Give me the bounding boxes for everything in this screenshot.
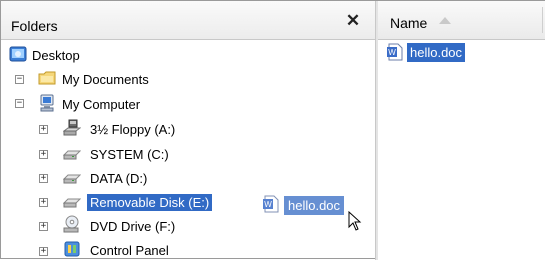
- column-divider[interactable]: [542, 7, 543, 33]
- file-name-label: hello.doc: [407, 43, 466, 62]
- tree-label-my-documents: My Documents: [62, 72, 149, 87]
- word-document-icon: W: [263, 195, 279, 213]
- control-panel-icon: [64, 241, 80, 257]
- expand-expander[interactable]: +: [39, 125, 48, 134]
- tree-label-floppy: 3½ Floppy (A:): [90, 122, 176, 137]
- computer-icon: [40, 94, 54, 112]
- tree-label-dvd-drive: DVD Drive (F:): [90, 219, 176, 234]
- tree-label-removable-disk: Removable Disk (E:): [87, 194, 213, 211]
- word-document-icon: W: [387, 43, 403, 61]
- close-folders-button[interactable]: ✕: [344, 12, 362, 30]
- expand-expander[interactable]: +: [39, 174, 48, 183]
- desktop-icon: [9, 46, 27, 62]
- collapse-expander[interactable]: −: [15, 75, 24, 84]
- folders-header: Folders ✕: [1, 1, 375, 40]
- tree-label-desktop: Desktop: [32, 48, 80, 63]
- dvd-drive-icon: [63, 215, 79, 233]
- expand-expander[interactable]: +: [39, 222, 48, 231]
- drag-ghost-label: hello.doc: [284, 196, 345, 215]
- expand-expander[interactable]: +: [39, 150, 48, 159]
- hard-drive-icon: [63, 150, 81, 160]
- files-pane: Name W hello.doc: [378, 1, 545, 260]
- hard-drive-icon: [63, 174, 81, 184]
- collapse-expander[interactable]: −: [15, 99, 24, 108]
- expand-expander[interactable]: +: [39, 198, 48, 207]
- tree-label-my-computer: My Computer: [62, 97, 141, 112]
- folders-title: Folders: [11, 18, 58, 34]
- expand-expander[interactable]: +: [39, 247, 48, 256]
- tree-label-system: SYSTEM (C:): [90, 147, 169, 162]
- removable-drive-icon: [63, 198, 81, 208]
- folders-pane: Folders ✕ Desktop − My Documents − My Co…: [1, 1, 375, 260]
- sort-ascending-icon: [439, 17, 451, 24]
- svg-text:W: W: [264, 200, 272, 209]
- tree-label-data: DATA (D:): [90, 171, 148, 186]
- files-header: Name: [378, 1, 545, 40]
- column-header-name[interactable]: Name: [390, 15, 427, 31]
- tree-label-control-panel: Control Panel: [90, 243, 169, 258]
- folder-icon: [38, 71, 56, 85]
- svg-text:W: W: [388, 48, 396, 57]
- drag-ghost: W hello.doc: [260, 193, 362, 231]
- mouse-pointer-icon: [348, 211, 362, 231]
- explorer-window: Folders ✕ Desktop − My Documents − My Co…: [0, 0, 545, 260]
- floppy-drive-icon: [63, 119, 81, 136]
